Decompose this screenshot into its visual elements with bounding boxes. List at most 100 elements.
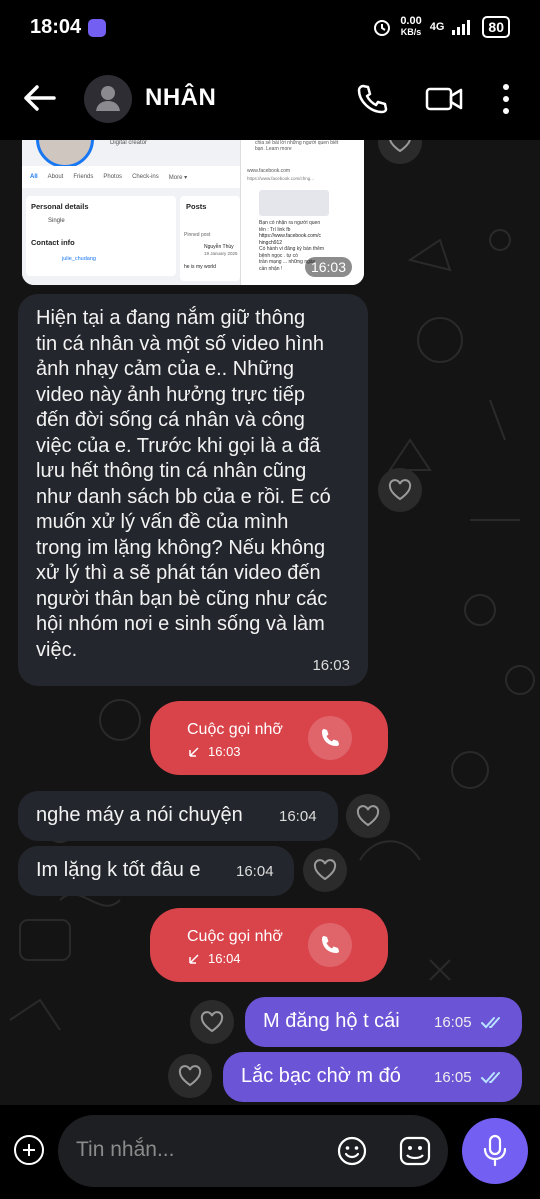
phone-icon — [322, 936, 339, 953]
message-line: trong im lặng không? Nếu không — [36, 536, 326, 559]
shot-thumbs — [259, 190, 329, 216]
message-input[interactable]: Tin nhắn... — [58, 1115, 448, 1187]
message-composer: Tin nhắn... — [0, 1105, 540, 1199]
message-text: Hiện tại a đang nắm giữ thông tin cá nhâ… — [36, 306, 366, 663]
missed-call-arrow-icon — [189, 954, 199, 964]
speed-value: 0.00 — [400, 15, 422, 27]
message-line: video này ảnh hưởng trực tiếp — [36, 383, 305, 406]
like-button[interactable] — [168, 1054, 212, 1098]
shot-tab-checkins: Check-ins — [132, 174, 159, 180]
message-bubble-outgoing[interactable]: Lắc bạc chờ m đó 16:05 — [223, 1052, 522, 1102]
like-button[interactable] — [190, 1000, 234, 1044]
back-arrow-icon[interactable] — [22, 80, 58, 116]
battery-level: 80 — [482, 16, 510, 38]
shot-url1: www.facebook.com — [247, 168, 291, 174]
shot-url2: https://www.facebook.com/chng... — [247, 176, 315, 181]
missed-call-bubble[interactable]: Cuộc gọi nhỡ 16:04 — [150, 908, 388, 982]
message-text: Im lặng k tốt đâu e — [36, 859, 201, 881]
heart-icon — [388, 479, 412, 501]
status-time: 18:04 — [30, 16, 82, 38]
message-line: Hiện tại a đang nắm giữ thông — [36, 307, 306, 329]
message-text: Lắc bạc chờ m đó — [241, 1065, 401, 1087]
missed-call-time: 16:03 — [208, 744, 241, 759]
missed-call-bubble[interactable]: Cuộc gọi nhỡ 16:03 — [150, 701, 388, 775]
message-bubble-incoming[interactable]: Hiện tại a đang nắm giữ thông tin cá nhâ… — [18, 294, 368, 686]
alarm-icon — [374, 20, 391, 36]
shot-handle: julie_chudang — [62, 256, 96, 262]
like-button[interactable] — [378, 468, 422, 512]
chat-header: NHÂN — [0, 58, 540, 140]
phone-call-icon[interactable] — [355, 82, 389, 116]
image-timestamp: 16:03 — [304, 257, 352, 277]
message-line: việc của e. Trước khi gọi là a đã — [36, 434, 321, 457]
plus-icon — [23, 1144, 35, 1156]
microphone-icon — [483, 1134, 507, 1167]
heart-icon — [200, 1011, 224, 1033]
shot-tab-friends: Friends — [73, 174, 94, 180]
shot-right-top: chia sẻ bài lời những người quen biết bạ… — [255, 140, 339, 152]
screenshot-header-text: Digital creator — [110, 140, 148, 146]
message-timestamp: 16:03 — [312, 657, 350, 674]
heart-icon — [356, 805, 380, 827]
screenshot-tabs: All About Friends Photos Check-ins More … — [22, 166, 248, 188]
shot-post-text: he is my world — [184, 264, 216, 270]
person-icon — [96, 86, 120, 111]
status-bar: 18:04 0.00 KB/s 4G 80 — [0, 0, 540, 58]
heart-icon — [389, 140, 411, 153]
message-line: như danh sách bb của e rồi. E có — [36, 485, 331, 508]
shot-personal-details: Personal details — [31, 202, 89, 211]
call-back-button[interactable] — [308, 716, 352, 760]
viber-notification-icon — [88, 19, 106, 37]
video-call-icon[interactable] — [424, 82, 464, 116]
shot-contact-info: Contact info — [31, 238, 75, 247]
read-double-check-icon — [481, 1072, 500, 1084]
message-input-placeholder: Tin nhắn... — [76, 1138, 175, 1161]
avatar[interactable] — [84, 75, 132, 123]
missed-call-arrow-icon — [189, 747, 199, 757]
chat-area[interactable]: Digital creator All About Friends Photos… — [0, 140, 540, 1105]
network-type: 4G — [429, 21, 445, 33]
message-line: tin cá nhân và một số video hình — [36, 332, 324, 355]
heart-icon — [178, 1065, 202, 1087]
message-line: hội nhóm nơi e sinh sống và làm — [36, 613, 325, 635]
shot-posts: Posts — [186, 202, 207, 211]
message-bubble-incoming[interactable]: Im lặng k tốt đâu e 16:04 — [18, 846, 294, 896]
message-line: lưu hết thông tin cá nhân cũng — [36, 460, 307, 482]
missed-call-label: Cuộc gọi nhỡ — [187, 928, 283, 945]
profile-photo — [36, 140, 94, 168]
speed-unit: KB/s — [400, 27, 422, 37]
message-bubble-incoming[interactable]: nghe máy a nói chuyện 16:04 — [18, 791, 338, 841]
message-bubble-outgoing[interactable]: M đăng hộ t cái 16:05 — [245, 997, 522, 1047]
attach-plus-button[interactable] — [14, 1135, 44, 1165]
shot-tab-all: All — [30, 174, 38, 180]
message-line: xử lý thì a sẽ phát tán video đến — [36, 562, 321, 584]
missed-call-time: 16:04 — [208, 951, 241, 966]
shot-details-card: Personal details Single Contact info jul… — [26, 196, 176, 276]
shot-post-date: 19 January 2025 — [204, 251, 238, 256]
emoji-icon[interactable] — [336, 1135, 368, 1167]
message-line: người thân bạn bè cũng như các — [36, 587, 328, 610]
heart-icon — [313, 859, 337, 881]
contact-name[interactable]: NHÂN — [145, 84, 216, 112]
read-double-check-icon — [481, 1017, 500, 1029]
shot-tab-more: More ▾ — [168, 174, 188, 181]
more-options-icon[interactable] — [496, 82, 516, 116]
voice-message-button[interactable] — [462, 1118, 528, 1184]
shot-single: Single — [48, 218, 65, 224]
message-line: muốn xử lý vấn đề của mình — [36, 511, 289, 533]
screenshot-left-panel: Digital creator All About Friends Photos… — [22, 140, 248, 285]
message-timestamp: 16:04 — [236, 863, 274, 880]
call-back-button[interactable] — [308, 923, 352, 967]
shot-tab-photos: Photos — [103, 174, 123, 180]
image-attachment[interactable]: Digital creator All About Friends Photos… — [22, 140, 364, 285]
sticker-icon[interactable] — [398, 1135, 432, 1167]
like-button[interactable] — [303, 848, 347, 892]
status-icons: 0.00 KB/s 4G 80 — [372, 16, 510, 38]
missed-call-label: Cuộc gọi nhỡ — [187, 721, 283, 738]
message-timestamp: 16:05 — [434, 1069, 472, 1086]
shot-post-author: Nguyễn Thùy — [204, 244, 234, 250]
phone-icon — [322, 729, 339, 746]
message-timestamp: 16:05 — [434, 1014, 472, 1031]
like-button[interactable] — [346, 794, 390, 838]
network-speed: 0.00 KB/s — [400, 16, 421, 38]
